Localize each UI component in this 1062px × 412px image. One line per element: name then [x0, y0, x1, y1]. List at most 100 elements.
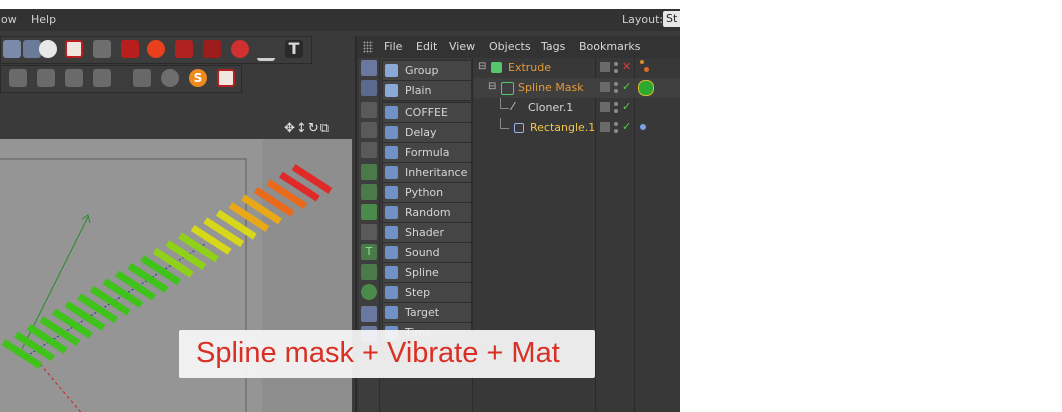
rotate-view-icon[interactable]: ↻	[308, 121, 320, 136]
cube-icon[interactable]	[9, 69, 27, 87]
menu-window[interactable]: low	[0, 13, 17, 26]
render-view-icon[interactable]	[65, 40, 83, 58]
layer-icon[interactable]	[600, 62, 610, 72]
menu-file[interactable]: File	[384, 40, 402, 53]
light-icon[interactable]	[39, 40, 57, 58]
spline-wave-icon[interactable]	[257, 40, 275, 61]
tree-row-rectangle[interactable]: Rectangle.1 ✓	[474, 118, 680, 138]
maximize-view-icon[interactable]: ⧉	[320, 121, 330, 136]
node-icon[interactable]	[361, 102, 377, 118]
tag-item-group[interactable]: Group	[382, 60, 472, 81]
text-tool-icon[interactable]: T	[285, 40, 303, 58]
symmetry-icon[interactable]	[133, 69, 151, 87]
tag-item-label: COFFEE	[405, 106, 448, 119]
thinking-particles-icon[interactable]	[361, 164, 377, 180]
material-tag-dot[interactable]	[640, 60, 644, 64]
pstorm-icon[interactable]	[361, 264, 377, 280]
tag-item-coffee[interactable]: COFFEE	[382, 102, 472, 123]
editor-visibility-dot[interactable]	[614, 122, 618, 126]
tag-item-inheritance[interactable]: Inheritance	[382, 162, 472, 183]
bend-icon[interactable]	[175, 40, 193, 58]
editor-visibility-dot[interactable]	[614, 62, 618, 66]
twist-icon[interactable]	[203, 40, 221, 58]
layout-label: Layout:	[622, 13, 664, 26]
material-tag-icon[interactable]	[638, 80, 654, 96]
explosion-icon[interactable]	[147, 40, 165, 58]
tag-item-step[interactable]: Step	[382, 282, 472, 303]
pan-icon[interactable]: ↕	[296, 121, 308, 136]
tree-row-cloner[interactable]: ⁄ Cloner.1 ✓	[474, 98, 680, 118]
particle-emitter-icon[interactable]	[361, 284, 377, 300]
tag-item-plain[interactable]: Plain	[382, 80, 472, 101]
menu-bookmarks[interactable]: Bookmarks	[579, 40, 640, 53]
render-visibility-dot[interactable]	[614, 129, 618, 133]
text-tag-icon[interactable]: T	[361, 244, 377, 260]
xpresso-tag-icon[interactable]	[361, 80, 377, 96]
menu-help[interactable]: Help	[31, 13, 56, 26]
particle-group-icon[interactable]	[361, 184, 377, 200]
tag-item-python[interactable]: Python	[382, 182, 472, 203]
layer-icon[interactable]	[600, 102, 610, 112]
particle-icon[interactable]	[231, 40, 249, 58]
tag-item-label: Python	[405, 186, 444, 199]
editor-visibility-dot[interactable]	[614, 102, 618, 106]
cube-points-icon[interactable]	[65, 69, 83, 87]
deformer-icon[interactable]	[121, 40, 139, 58]
spline-icon	[385, 266, 398, 279]
particle-dots-icon[interactable]	[361, 224, 377, 240]
collapse-toggle-icon[interactable]: ⊟	[478, 61, 486, 72]
rectangle-icon	[514, 123, 524, 133]
vibrate-tag-icon[interactable]	[644, 67, 649, 72]
object-name[interactable]: Spline Mask	[518, 81, 584, 94]
tag-item-formula[interactable]: Formula	[382, 142, 472, 163]
menu-tags[interactable]: Tags	[541, 40, 565, 53]
mograph-icon[interactable]	[161, 69, 179, 87]
tag-item-target[interactable]: Target	[382, 302, 472, 323]
render-visibility-dot[interactable]	[614, 69, 618, 73]
enabled-check-icon[interactable]: ✓	[622, 120, 631, 133]
layout-select[interactable]: St	[663, 11, 680, 27]
tag-item-label: Random	[405, 206, 451, 219]
extrude-icon	[491, 62, 502, 73]
toolbar-primary: T	[0, 36, 312, 64]
tag-item-random[interactable]: Random	[382, 202, 472, 223]
move-view-icon[interactable]: ✥	[284, 121, 296, 136]
tag-dot-icon[interactable]	[640, 124, 646, 130]
object-name[interactable]: Extrude	[508, 61, 551, 74]
object-name[interactable]: Rectangle.1	[530, 121, 595, 134]
tag-item-spline[interactable]: Spline	[382, 262, 472, 283]
grid-icon[interactable]	[361, 142, 377, 158]
layer-icon[interactable]	[600, 122, 610, 132]
enabled-check-icon[interactable]: ✓	[622, 100, 631, 113]
render-visibility-dot[interactable]	[614, 109, 618, 113]
menu-objects[interactable]: Objects	[489, 40, 531, 53]
menu-view[interactable]: View	[449, 40, 475, 53]
menu-edit[interactable]: Edit	[416, 40, 437, 53]
tag-item-delay[interactable]: Delay	[382, 122, 472, 143]
object-manager-menubar: File Edit View Objects Tags Bookmarks	[357, 36, 680, 58]
snap-icon[interactable]: S	[189, 69, 207, 87]
particle-birth-icon[interactable]	[361, 204, 377, 220]
tag-icon[interactable]	[93, 40, 111, 58]
tree-row-spline-mask[interactable]: ⊟ Spline Mask ✓	[474, 78, 680, 98]
mograph-tag-icon[interactable]	[361, 60, 377, 76]
object-name[interactable]: Cloner.1	[528, 101, 573, 114]
pyro-icon[interactable]	[361, 306, 377, 322]
layer-icon[interactable]	[600, 82, 610, 92]
enabled-check-icon[interactable]: ✓	[622, 80, 631, 93]
cube-edges-icon[interactable]	[93, 69, 111, 87]
plain-icon	[385, 84, 398, 97]
panel-grip-icon[interactable]	[363, 41, 373, 53]
render-visibility-dot[interactable]	[614, 89, 618, 93]
dots-icon[interactable]	[361, 122, 377, 138]
tag-item-sound[interactable]: Sound	[382, 242, 472, 263]
render-settings-icon[interactable]	[217, 69, 235, 87]
tag-item-shader[interactable]: Shader	[382, 222, 472, 243]
camera-icon[interactable]	[3, 40, 21, 58]
tree-row-extrude[interactable]: ⊟ Extrude ✕	[474, 58, 680, 78]
cube-edit-icon[interactable]	[37, 69, 55, 87]
disabled-x-icon[interactable]: ✕	[622, 60, 631, 73]
random-icon	[385, 206, 398, 219]
editor-visibility-dot[interactable]	[614, 82, 618, 86]
collapse-toggle-icon[interactable]: ⊟	[488, 81, 496, 92]
